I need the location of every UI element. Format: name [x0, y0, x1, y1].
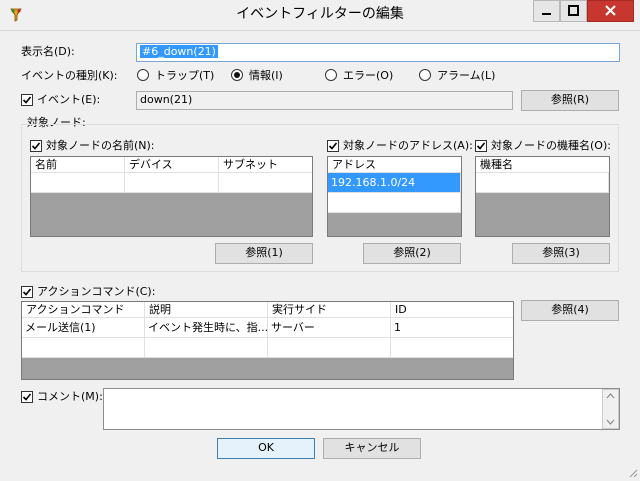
- action-command-checkbox[interactable]: [21, 286, 33, 298]
- target-model-label: 対象ノードの機種名(O):: [491, 139, 611, 152]
- comment-label: コメント(M):: [37, 390, 103, 403]
- check-icon: [31, 142, 41, 150]
- action-command-list[interactable]: アクションコマンド 説明 実行サイド ID メール送信(1) イベント発生時に、…: [21, 301, 514, 380]
- maximize-button[interactable]: [560, 0, 587, 22]
- target-model-list[interactable]: 機種名: [475, 156, 610, 237]
- radio-info-label: 情報(I): [249, 69, 283, 82]
- list-item[interactable]: [328, 193, 461, 213]
- table-row[interactable]: [219, 173, 312, 193]
- minimize-button[interactable]: [533, 0, 560, 22]
- resize-grip-icon[interactable]: [626, 466, 638, 478]
- target-address-label: 対象ノードのアドレス(A):: [343, 139, 473, 152]
- close-icon: [605, 5, 616, 16]
- event-label: イベント(E):: [37, 93, 101, 106]
- radio-alarm[interactable]: [419, 69, 431, 81]
- list-item[interactable]: [476, 173, 609, 193]
- maximize-icon: [568, 5, 579, 16]
- target-model-browse-button[interactable]: 参照(3): [512, 243, 610, 264]
- radio-trap[interactable]: [137, 69, 149, 81]
- minimize-icon: [542, 13, 551, 15]
- radio-info[interactable]: [231, 69, 243, 81]
- target-name-list[interactable]: 名前 デバイス サブネット: [30, 156, 313, 237]
- display-name-input[interactable]: #6_down(21): [136, 43, 620, 62]
- table-row[interactable]: [268, 338, 391, 358]
- event-value: down(21): [140, 93, 193, 106]
- event-browse-button[interactable]: 参照(R): [521, 90, 619, 111]
- event-checkbox[interactable]: [21, 94, 33, 106]
- radio-trap-label: トラップ(T): [155, 69, 215, 82]
- target-model-checkbox[interactable]: [475, 140, 487, 152]
- table-cell[interactable]: サーバー: [268, 318, 391, 338]
- check-icon: [328, 142, 338, 150]
- radio-alarm-label: アラーム(L): [437, 69, 496, 82]
- scroll-arrows-icon: [606, 393, 615, 425]
- table-cell[interactable]: 1: [391, 318, 513, 338]
- event-type-label: イベントの種別(K):: [21, 69, 118, 82]
- column-header[interactable]: デバイス: [125, 157, 219, 173]
- target-name-checkbox[interactable]: [30, 140, 42, 152]
- target-name-browse-button[interactable]: 参照(1): [215, 243, 313, 264]
- event-field[interactable]: down(21): [136, 91, 513, 110]
- radio-error[interactable]: [325, 69, 337, 81]
- table-row[interactable]: [31, 173, 125, 193]
- target-address-list[interactable]: アドレス 192.168.1.0/24: [327, 156, 462, 237]
- column-header[interactable]: アクションコマンド: [22, 302, 145, 318]
- column-header[interactable]: 名前: [31, 157, 125, 173]
- close-button[interactable]: [587, 0, 634, 22]
- check-icon: [22, 288, 32, 296]
- ok-button[interactable]: OK: [217, 438, 315, 459]
- table-row[interactable]: [145, 338, 268, 358]
- column-header[interactable]: ID: [391, 302, 513, 318]
- table-row[interactable]: [391, 338, 513, 358]
- target-address-browse-button[interactable]: 参照(2): [363, 243, 461, 264]
- list-item[interactable]: 192.168.1.0/24: [328, 173, 461, 193]
- table-row[interactable]: [125, 173, 219, 193]
- table-row[interactable]: [22, 338, 145, 358]
- column-header[interactable]: サブネット: [219, 157, 312, 173]
- display-name-value: #6_down(21): [140, 45, 218, 58]
- action-command-label: アクションコマンド(C):: [37, 285, 156, 298]
- comment-scrollbar[interactable]: [602, 389, 619, 429]
- column-header[interactable]: 実行サイド: [268, 302, 391, 318]
- column-header[interactable]: 機種名: [476, 157, 609, 173]
- column-header[interactable]: アドレス: [328, 157, 461, 173]
- action-command-browse-button[interactable]: 参照(4): [521, 300, 619, 321]
- display-name-label: 表示名(D):: [21, 45, 75, 58]
- column-header[interactable]: 説明: [145, 302, 268, 318]
- target-address-checkbox[interactable]: [327, 140, 339, 152]
- table-cell[interactable]: メール送信(1): [22, 318, 145, 338]
- target-name-label: 対象ノードの名前(N):: [46, 139, 155, 152]
- table-cell[interactable]: イベント発生時に、指...: [145, 318, 268, 338]
- check-icon: [22, 393, 32, 401]
- check-icon: [476, 142, 486, 150]
- comment-checkbox[interactable]: [21, 391, 33, 403]
- cancel-button[interactable]: キャンセル: [323, 438, 421, 459]
- radio-error-label: エラー(O): [343, 69, 394, 82]
- check-icon: [22, 96, 32, 104]
- comment-textarea[interactable]: [103, 388, 620, 430]
